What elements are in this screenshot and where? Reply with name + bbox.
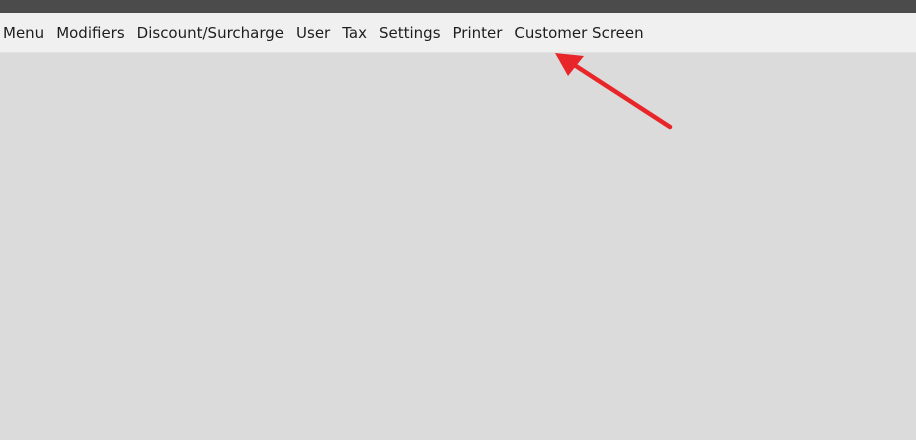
menu-item-settings[interactable]: Settings <box>373 13 447 53</box>
window-title-strip <box>0 0 916 13</box>
menu-item-printer[interactable]: Printer <box>447 13 509 53</box>
menu-item-modifiers[interactable]: Modifiers <box>50 13 130 53</box>
menu-item-discount-surcharge[interactable]: Discount/Surcharge <box>131 13 290 53</box>
menu-item-user[interactable]: User <box>290 13 336 53</box>
main-content-area <box>0 53 916 440</box>
menu-item-customer-screen[interactable]: Customer Screen <box>508 13 649 53</box>
menu-item-menu[interactable]: Menu <box>0 13 50 53</box>
menu-item-tax[interactable]: Tax <box>336 13 373 53</box>
menu-bar: Menu Modifiers Discount/Surcharge User T… <box>0 13 916 53</box>
